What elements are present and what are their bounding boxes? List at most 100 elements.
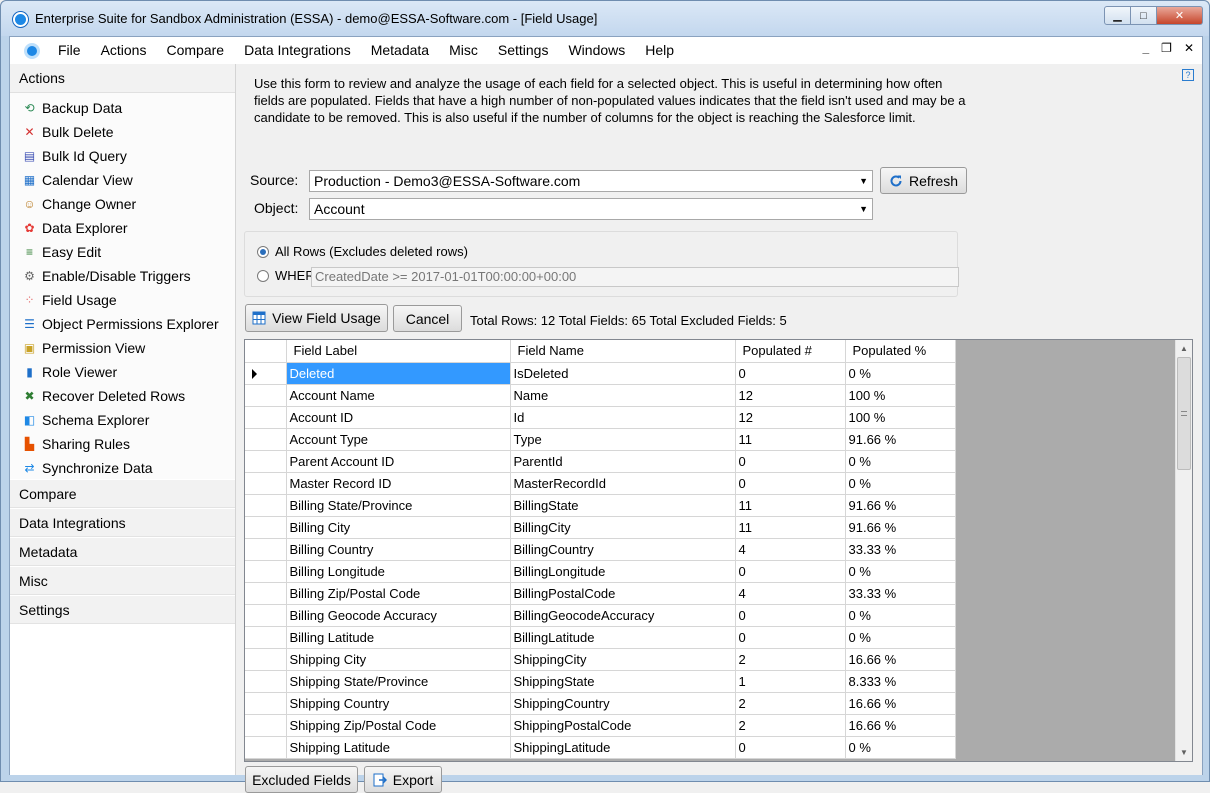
menu-misc[interactable]: Misc: [439, 37, 488, 64]
table-row[interactable]: Master Record ID MasterRecordId 0 0 %: [245, 472, 956, 495]
row-header[interactable]: [245, 516, 287, 539]
cell-populated-[interactable]: 2: [735, 648, 846, 671]
cell-field-name[interactable]: BillingCountry: [510, 538, 736, 561]
row-header[interactable]: [245, 362, 287, 385]
sidebar-item-change-owner[interactable]: ☺ Change Owner: [10, 192, 235, 216]
menu-windows[interactable]: Windows: [558, 37, 635, 64]
cell-populated-[interactable]: 0 %: [845, 450, 956, 473]
cell-field-name[interactable]: BillingPostalCode: [510, 582, 736, 605]
table-row[interactable]: Billing City BillingCity 11 91.66 %: [245, 516, 956, 539]
table-row[interactable]: Billing Zip/Postal Code BillingPostalCode…: [245, 582, 956, 605]
cell-field-name[interactable]: ShippingCountry: [510, 692, 736, 715]
cell-populated-[interactable]: 16.66 %: [845, 648, 956, 671]
row-header[interactable]: [245, 604, 287, 627]
excluded-fields-button[interactable]: Excluded Fields: [245, 766, 358, 793]
mdi-minimize-button[interactable]: _: [1142, 41, 1149, 55]
cell-field-label[interactable]: Shipping Zip/Postal Code: [286, 714, 511, 737]
close-button[interactable]: ✕: [1157, 6, 1203, 25]
cell-populated-[interactable]: 16.66 %: [845, 714, 956, 737]
scroll-up-icon[interactable]: ▲: [1176, 340, 1192, 357]
help-icon[interactable]: ?: [1182, 69, 1194, 81]
cell-populated-[interactable]: 0 %: [845, 626, 956, 649]
sidebar-item-bulk-delete[interactable]: ✕ Bulk Delete: [10, 120, 235, 144]
cell-field-label[interactable]: Deleted: [286, 362, 511, 385]
cell-populated-[interactable]: 0 %: [845, 560, 956, 583]
cell-field-name[interactable]: MasterRecordId: [510, 472, 736, 495]
sidebar-item-data-explorer[interactable]: ✿ Data Explorer: [10, 216, 235, 240]
cell-field-name[interactable]: ShippingLatitude: [510, 736, 736, 759]
table-row[interactable]: Parent Account ID ParentId 0 0 %: [245, 450, 956, 473]
cell-populated-[interactable]: 4: [735, 538, 846, 561]
row-header[interactable]: [245, 428, 287, 451]
sidebar-section-misc[interactable]: Misc: [10, 566, 235, 595]
cell-field-label[interactable]: Shipping City: [286, 648, 511, 671]
cell-populated-[interactable]: 1: [735, 670, 846, 693]
sidebar-item-object-permissions-explorer[interactable]: ☰ Object Permissions Explorer: [10, 312, 235, 336]
maximize-button[interactable]: □: [1131, 6, 1157, 25]
cell-populated-[interactable]: 0 %: [845, 472, 956, 495]
table-row[interactable]: Shipping Latitude ShippingLatitude 0 0 %: [245, 736, 956, 759]
row-header[interactable]: [245, 384, 287, 407]
row-header[interactable]: [245, 450, 287, 473]
sidebar-item-synchronize-data[interactable]: ⇄ Synchronize Data: [10, 456, 235, 480]
sidebar-item-easy-edit[interactable]: ≡ Easy Edit: [10, 240, 235, 264]
cell-populated-[interactable]: 12: [735, 384, 846, 407]
row-header[interactable]: [245, 626, 287, 649]
cell-field-label[interactable]: Billing Geocode Accuracy: [286, 604, 511, 627]
cell-field-name[interactable]: BillingCity: [510, 516, 736, 539]
view-field-usage-button[interactable]: View Field Usage: [245, 304, 388, 332]
cell-populated-[interactable]: 0: [735, 450, 846, 473]
cell-populated-[interactable]: 91.66 %: [845, 428, 956, 451]
cell-populated-[interactable]: 33.33 %: [845, 582, 956, 605]
cell-field-label[interactable]: Billing City: [286, 516, 511, 539]
menu-settings[interactable]: Settings: [488, 37, 559, 64]
cell-populated-[interactable]: 33.33 %: [845, 538, 956, 561]
table-row[interactable]: Billing Country BillingCountry 4 33.33 %: [245, 538, 956, 561]
menu-metadata[interactable]: Metadata: [361, 37, 439, 64]
row-header[interactable]: [245, 494, 287, 517]
cell-field-name[interactable]: IsDeleted: [510, 362, 736, 385]
row-header[interactable]: [245, 406, 287, 429]
menu-file[interactable]: File: [48, 37, 91, 64]
cell-populated-[interactable]: 0 %: [845, 362, 956, 385]
cell-populated-[interactable]: 91.66 %: [845, 494, 956, 517]
sidebar-section-data-integrations[interactable]: Data Integrations: [10, 508, 235, 537]
row-header[interactable]: [245, 582, 287, 605]
cell-populated-[interactable]: 100 %: [845, 406, 956, 429]
table-row[interactable]: Billing Longitude BillingLongitude 0 0 %: [245, 560, 956, 583]
table-row[interactable]: Account Type Type 11 91.66 %: [245, 428, 956, 451]
row-header[interactable]: [245, 472, 287, 495]
cell-populated-[interactable]: 0: [735, 604, 846, 627]
vertical-scrollbar[interactable]: ▲ ▼: [1175, 340, 1192, 761]
all-rows-label[interactable]: All Rows (Excludes deleted rows): [275, 244, 468, 259]
menu-data-integrations[interactable]: Data Integrations: [234, 37, 361, 64]
scroll-thumb[interactable]: [1177, 357, 1191, 470]
table-row[interactable]: Deleted IsDeleted 0 0 %: [245, 362, 956, 385]
cell-populated-[interactable]: 0: [735, 362, 846, 385]
cell-populated-[interactable]: 0 %: [845, 736, 956, 759]
cell-field-label[interactable]: Billing State/Province: [286, 494, 511, 517]
cell-populated-[interactable]: 8.333 %: [845, 670, 956, 693]
sidebar-section-metadata[interactable]: Metadata: [10, 537, 235, 566]
cell-field-name[interactable]: ShippingCity: [510, 648, 736, 671]
sidebar-item-bulk-id-query[interactable]: ▤ Bulk Id Query: [10, 144, 235, 168]
sidebar-item-calendar-view[interactable]: ▦ Calendar View: [10, 168, 235, 192]
cell-populated-[interactable]: 0 %: [845, 604, 956, 627]
table-row[interactable]: Billing Latitude BillingLatitude 0 0 %: [245, 626, 956, 649]
row-header[interactable]: [245, 648, 287, 671]
row-header[interactable]: [245, 670, 287, 693]
cell-populated-[interactable]: 11: [735, 428, 846, 451]
mdi-close-button[interactable]: ✕: [1184, 41, 1194, 55]
cell-populated-[interactable]: 100 %: [845, 384, 956, 407]
source-select[interactable]: Production - Demo3@ESSA-Software.com ▼: [309, 170, 873, 192]
cell-populated-[interactable]: 12: [735, 406, 846, 429]
cell-populated-[interactable]: 0: [735, 560, 846, 583]
column-header-field-name[interactable]: Field Name: [510, 340, 736, 363]
cell-populated-[interactable]: 0: [735, 626, 846, 649]
cell-field-name[interactable]: BillingGeocodeAccuracy: [510, 604, 736, 627]
menu-help[interactable]: Help: [635, 37, 684, 64]
cell-field-name[interactable]: ShippingState: [510, 670, 736, 693]
cell-field-label[interactable]: Shipping Country: [286, 692, 511, 715]
all-rows-radio[interactable]: [257, 246, 269, 258]
row-header[interactable]: [245, 538, 287, 561]
